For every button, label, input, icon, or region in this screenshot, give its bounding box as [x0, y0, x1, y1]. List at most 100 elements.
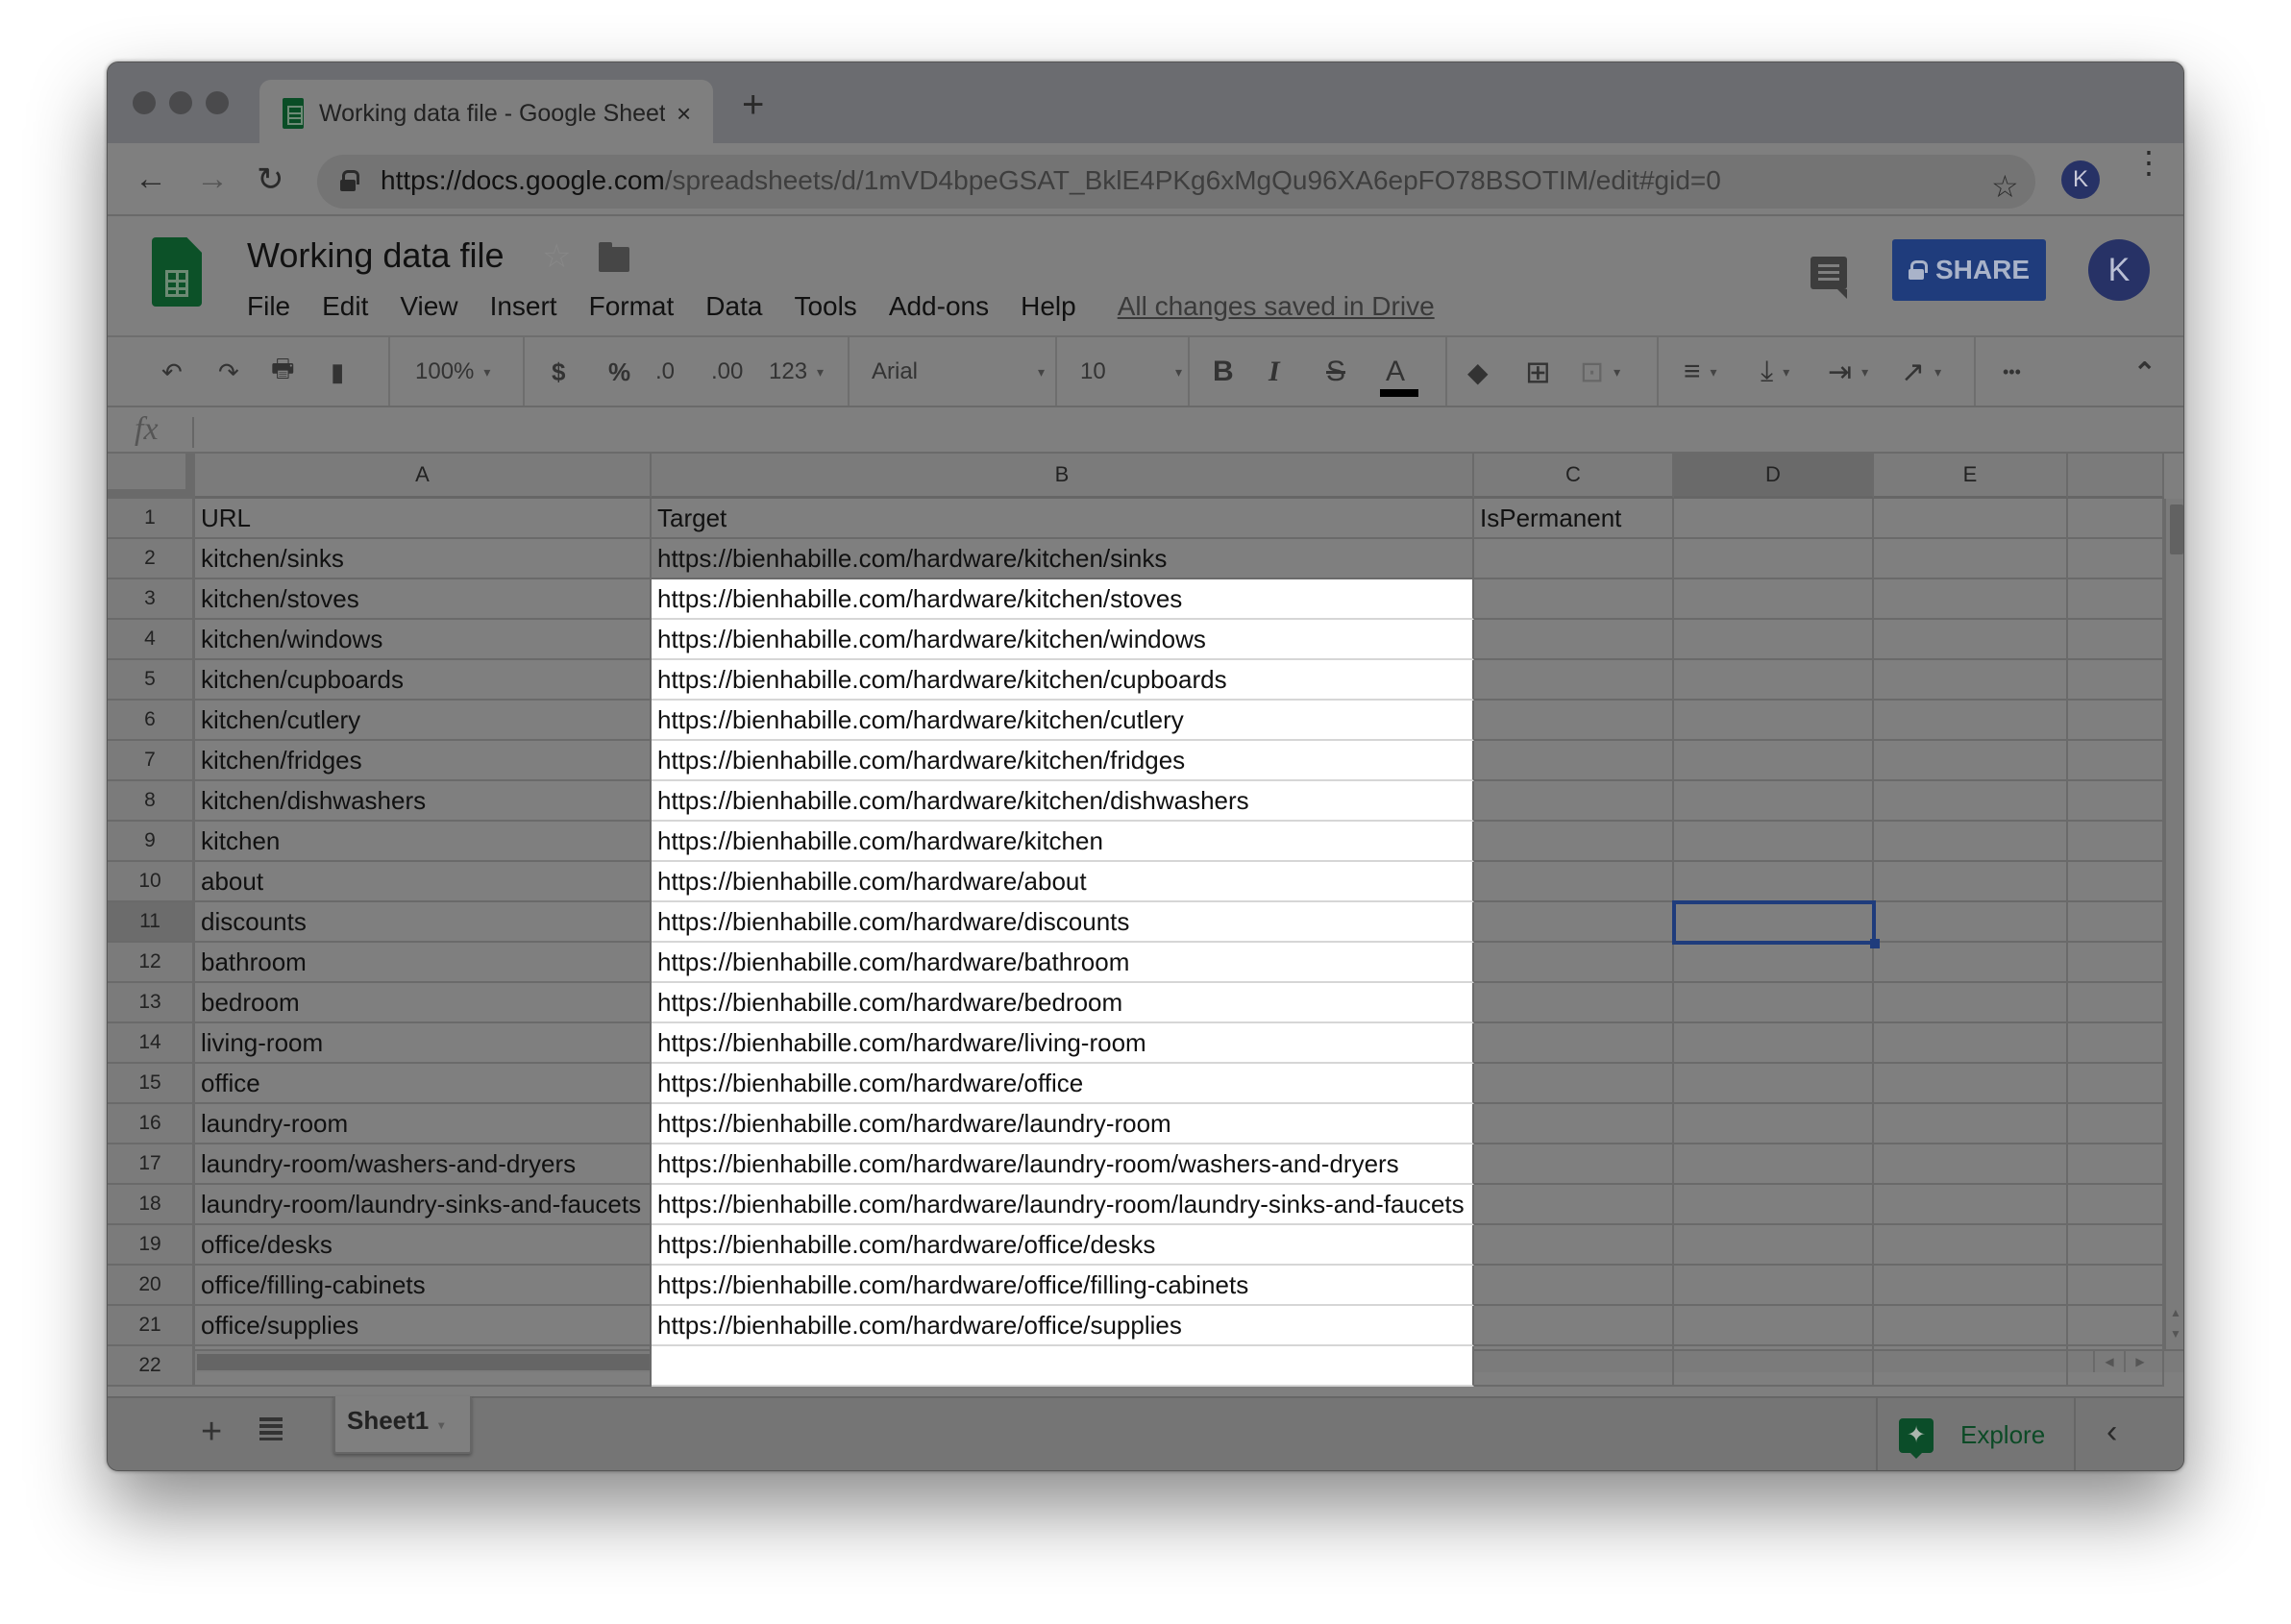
- save-status-link[interactable]: All changes saved in Drive: [1118, 291, 1435, 322]
- cell-D6[interactable]: [1674, 701, 1874, 741]
- explore-button[interactable]: ✦ Explore: [1876, 1398, 2076, 1470]
- zoom-select[interactable]: 100% ▾: [415, 355, 490, 389]
- comments-icon[interactable]: [1811, 257, 1847, 299]
- text-rotation-icon[interactable]: ↗ ▾: [1901, 355, 1941, 389]
- cell-F6[interactable]: [2068, 701, 2164, 741]
- strikethrough-button[interactable]: S: [1326, 355, 1345, 389]
- cell-E18[interactable]: [1874, 1185, 2068, 1225]
- cell-D18[interactable]: [1674, 1185, 1874, 1225]
- bookmark-star-icon[interactable]: ☆: [1991, 168, 2019, 205]
- cell-D8[interactable]: [1674, 781, 1874, 822]
- cell-F5[interactable]: [2068, 660, 2164, 701]
- cell-C22[interactable]: [1474, 1346, 1674, 1387]
- menu-file[interactable]: File: [247, 291, 290, 322]
- scroll-down-icon[interactable]: ▼: [2170, 1327, 2181, 1341]
- url-bar[interactable]: https://docs.google.com/spreadsheets/d/1…: [317, 155, 2035, 209]
- cell-C13[interactable]: [1474, 983, 1674, 1023]
- column-header-a[interactable]: A: [195, 454, 652, 499]
- cell-D2[interactable]: [1674, 539, 1874, 579]
- row-header[interactable]: 5: [108, 660, 195, 701]
- undo-icon[interactable]: ↶: [161, 355, 183, 389]
- cell-F10[interactable]: [2068, 862, 2164, 902]
- cell-C19[interactable]: [1474, 1225, 1674, 1266]
- merge-cells-icon[interactable]: ⊡ ▾: [1580, 355, 1620, 389]
- text-color-button[interactable]: A: [1380, 355, 1418, 397]
- cell-B5[interactable]: https://bienhabille.com/hardware/kitchen…: [652, 660, 1474, 701]
- cell-B20[interactable]: https://bienhabille.com/hardware/office/…: [652, 1266, 1474, 1306]
- cell-D17[interactable]: [1674, 1144, 1874, 1185]
- cell-F16[interactable]: [2068, 1104, 2164, 1144]
- cell-C11[interactable]: [1474, 902, 1674, 943]
- cell-F9[interactable]: [2068, 822, 2164, 862]
- cell-E4[interactable]: [1874, 620, 2068, 660]
- cell-B21[interactable]: https://bienhabille.com/hardware/office/…: [652, 1306, 1474, 1346]
- cell-B18[interactable]: https://bienhabille.com/hardware/laundry…: [652, 1185, 1474, 1225]
- close-window-button[interactable]: [133, 91, 156, 114]
- browser-profile-avatar[interactable]: K: [2061, 160, 2100, 199]
- column-header-b[interactable]: B: [652, 454, 1474, 499]
- cell-B16[interactable]: https://bienhabille.com/hardware/laundry…: [652, 1104, 1474, 1144]
- cell-A21[interactable]: office/supplies: [195, 1306, 652, 1346]
- menu-edit[interactable]: Edit: [322, 291, 368, 322]
- cell-F12[interactable]: [2068, 943, 2164, 983]
- cell-C12[interactable]: [1474, 943, 1674, 983]
- fill-color-icon[interactable]: ◆: [1467, 355, 1489, 389]
- cell-A12[interactable]: bathroom: [195, 943, 652, 983]
- cell-A17[interactable]: laundry-room/washers-and-dryers: [195, 1144, 652, 1185]
- cell-A22[interactable]: [195, 1346, 652, 1387]
- redo-icon[interactable]: ↷: [218, 355, 239, 389]
- browser-tab[interactable]: Working data file - Google Sheets ×: [259, 80, 713, 147]
- forward-icon[interactable]: →: [196, 160, 229, 198]
- cell-A11[interactable]: discounts: [195, 902, 652, 943]
- cell-B19[interactable]: https://bienhabille.com/hardware/office/…: [652, 1225, 1474, 1266]
- cell-E9[interactable]: [1874, 822, 2068, 862]
- cell-D5[interactable]: [1674, 660, 1874, 701]
- cell-A8[interactable]: kitchen/dishwashers: [195, 781, 652, 822]
- cell-E8[interactable]: [1874, 781, 2068, 822]
- column-header-f[interactable]: [2068, 454, 2164, 499]
- font-select[interactable]: Arial ▾: [872, 355, 1045, 389]
- more-options-icon[interactable]: •••: [2003, 355, 2021, 389]
- cell-B8[interactable]: https://bienhabille.com/hardware/kitchen…: [652, 781, 1474, 822]
- add-sheet-icon[interactable]: +: [201, 1412, 222, 1453]
- url-text[interactable]: https://docs.google.com/spreadsheets/d/1…: [381, 165, 1721, 196]
- cell-B1[interactable]: Target: [652, 499, 1474, 539]
- cell-D22[interactable]: [1674, 1346, 1874, 1387]
- cell-F21[interactable]: [2068, 1306, 2164, 1346]
- cell-C20[interactable]: [1474, 1266, 1674, 1306]
- cell-D12[interactable]: [1674, 943, 1874, 983]
- menu-help[interactable]: Help: [1021, 291, 1076, 322]
- cell-B2[interactable]: https://bienhabille.com/hardware/kitchen…: [652, 539, 1474, 579]
- cell-F22[interactable]: [2068, 1346, 2164, 1387]
- cell-C16[interactable]: [1474, 1104, 1674, 1144]
- cell-F14[interactable]: [2068, 1023, 2164, 1064]
- cell-C3[interactable]: [1474, 579, 1674, 620]
- currency-format-button[interactable]: $: [552, 355, 565, 389]
- cell-E16[interactable]: [1874, 1104, 2068, 1144]
- cell-F11[interactable]: [2068, 902, 2164, 943]
- cell-A13[interactable]: bedroom: [195, 983, 652, 1023]
- cell-B6[interactable]: https://bienhabille.com/hardware/kitchen…: [652, 701, 1474, 741]
- cell-E10[interactable]: [1874, 862, 2068, 902]
- row-header[interactable]: 12: [108, 943, 195, 983]
- document-title[interactable]: Worki​ng data file: [247, 235, 504, 276]
- cell-F15[interactable]: [2068, 1064, 2164, 1104]
- row-header[interactable]: 2: [108, 539, 195, 579]
- column-header-c[interactable]: C: [1474, 454, 1674, 499]
- row-header[interactable]: 6: [108, 701, 195, 741]
- cell-D9[interactable]: [1674, 822, 1874, 862]
- cell-B10[interactable]: https://bienhabille.com/hardware/about: [652, 862, 1474, 902]
- row-header[interactable]: 22: [108, 1346, 195, 1387]
- cell-D21[interactable]: [1674, 1306, 1874, 1346]
- close-tab-icon[interactable]: ×: [677, 99, 691, 129]
- cell-E20[interactable]: [1874, 1266, 2068, 1306]
- side-panel-toggle-icon[interactable]: ‹: [2106, 1414, 2117, 1451]
- cell-D3[interactable]: [1674, 579, 1874, 620]
- cell-D15[interactable]: [1674, 1064, 1874, 1104]
- collapse-toolbar-icon[interactable]: ⌃: [2133, 355, 2156, 389]
- zoom-window-button[interactable]: [206, 91, 229, 114]
- cell-A2[interactable]: kitchen/sinks: [195, 539, 652, 579]
- cell-B15[interactable]: https://bienhabille.com/hardware/office: [652, 1064, 1474, 1104]
- row-header[interactable]: 13: [108, 983, 195, 1023]
- cell-C18[interactable]: [1474, 1185, 1674, 1225]
